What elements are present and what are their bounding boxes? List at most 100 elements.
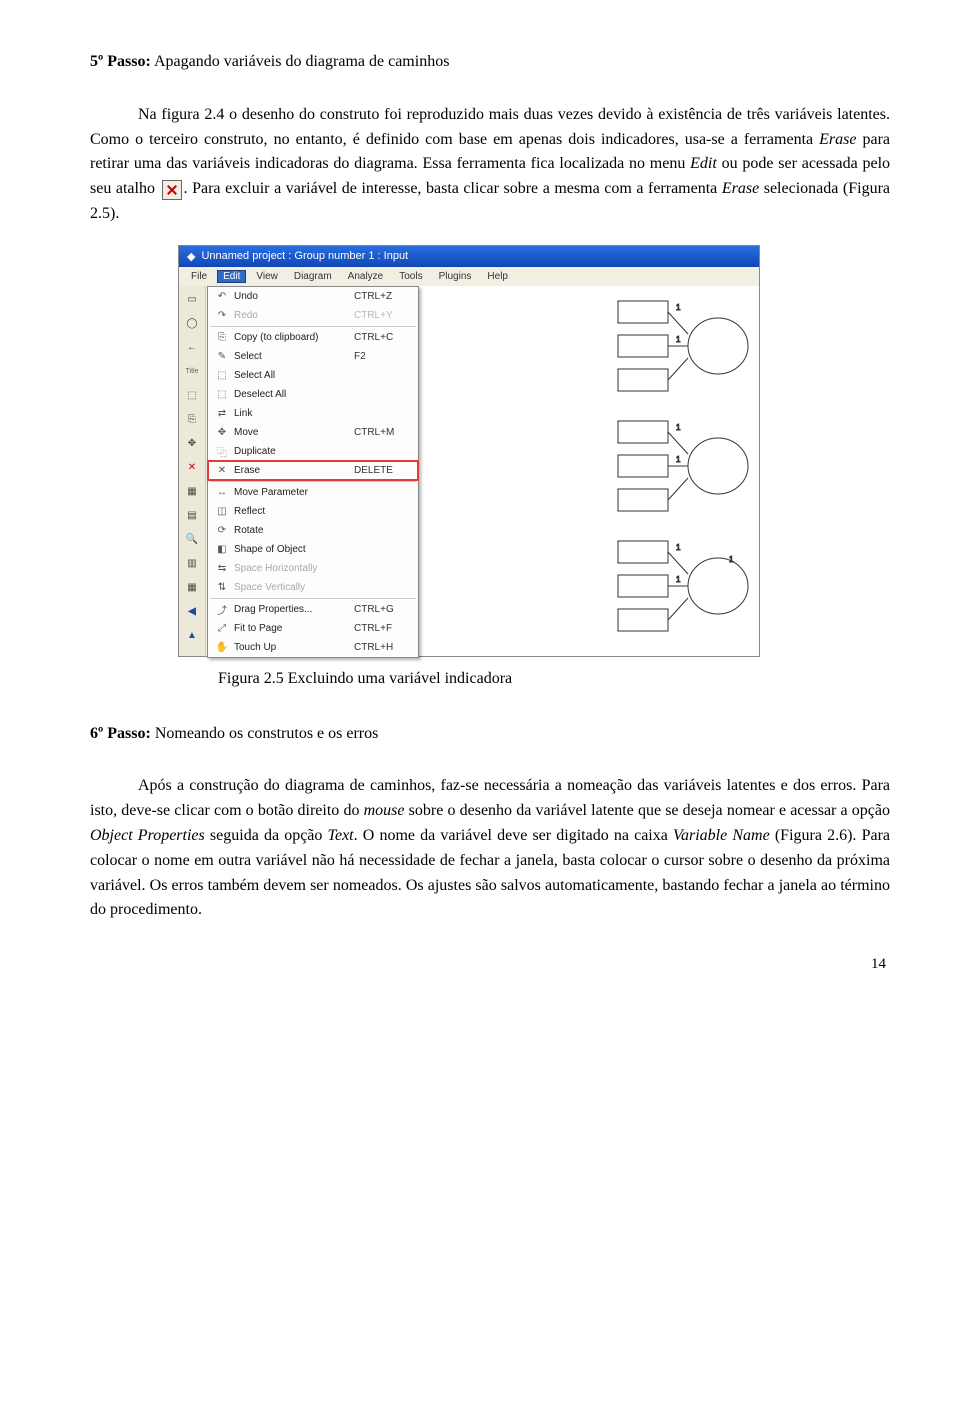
menu-item-label: Redo (232, 310, 354, 321)
menu-item-label: Select All (232, 370, 354, 381)
tool-ellipse[interactable]: ◯ (180, 313, 204, 335)
svg-text:1: 1 (676, 543, 681, 552)
figure-screenshot: ◆ Unnamed project : Group number 1 : Inp… (178, 245, 760, 657)
menu-item-shortcut: DELETE (354, 465, 414, 476)
menu-item-icon: ⟳ (212, 522, 232, 538)
tool-text[interactable]: ▤ (180, 505, 204, 527)
tool-erase[interactable]: ✕ (180, 457, 204, 479)
menu-plugins[interactable]: Plugins (433, 270, 478, 283)
menu-separator (210, 326, 416, 327)
menu-item-drag-properties-[interactable]: ⤴Drag Properties...CTRL+G (208, 600, 418, 619)
menu-item-erase[interactable]: ✕EraseDELETE (208, 461, 418, 480)
menu-item-move[interactable]: ✥MoveCTRL+M (208, 423, 418, 442)
tool-fill[interactable]: ▦ (180, 481, 204, 503)
menu-item-shortcut: CTRL+G (354, 604, 414, 615)
figure-caption: Figura 2.5 Excluindo uma variável indica… (218, 667, 890, 692)
step6-label: 6º Passo: (90, 725, 151, 742)
menu-item-rotate[interactable]: ⟳Rotate (208, 521, 418, 540)
tool-palette: ▭ ◯ ← Title ⬚ ⎘ ✥ ✕ ▦ ▤ 🔍 ▥ ▦ ◀ ▲ (179, 286, 206, 656)
menu-item-redo: ↷RedoCTRL+Y (208, 306, 418, 325)
menu-item-shortcut: CTRL+C (354, 332, 414, 343)
step5-paragraph: Na figura 2.4 o desenho do construto foi… (90, 103, 890, 227)
page-number: 14 (90, 953, 886, 976)
step6-heading: 6º Passo: Nomeando os construtos e os er… (90, 722, 890, 747)
step6-paragraph: Após a construção do diagrama de caminho… (90, 774, 890, 923)
menu-item-label: Deselect All (232, 389, 354, 400)
svg-text:1: 1 (676, 575, 681, 584)
erase-icon (162, 180, 182, 200)
menu-item-icon: ⬚ (212, 367, 232, 383)
menu-item-icon: ⎘ (212, 329, 232, 345)
menu-item-label: Fit to Page (232, 623, 354, 634)
menu-item-label: Duplicate (232, 446, 354, 457)
menu-item-select-all[interactable]: ⬚Select All (208, 366, 418, 385)
menu-item-label: Touch Up (232, 642, 354, 653)
menu-item-shortcut: CTRL+Y (354, 310, 414, 321)
menu-separator (210, 598, 416, 599)
tool-title[interactable]: Title (180, 361, 204, 383)
menu-item-icon: ⇆ (212, 560, 232, 576)
tool-rect[interactable]: ▭ (180, 289, 204, 311)
window-title: Unnamed project : Group number 1 : Input (201, 250, 408, 262)
menu-item-copy-to-clipboard-[interactable]: ⎘Copy (to clipboard)CTRL+C (208, 328, 418, 347)
menu-item-icon: ↷ (212, 307, 232, 323)
menu-item-deselect-all[interactable]: ⬚Deselect All (208, 385, 418, 404)
menu-item-icon: ✥ (212, 424, 232, 440)
menu-item-label: Rotate (232, 525, 354, 536)
menu-diagram[interactable]: Diagram (288, 270, 338, 283)
menu-item-move-parameter[interactable]: ↔Move Parameter (208, 483, 418, 502)
menubar: File Edit View Diagram Analyze Tools Plu… (179, 267, 759, 286)
menu-item-icon: ⬚ (212, 386, 232, 402)
menu-item-fit-to-page[interactable]: ⤢Fit to PageCTRL+F (208, 619, 418, 638)
tool-copy[interactable]: ⎘ (180, 409, 204, 431)
tool-arrow[interactable]: ← (180, 337, 204, 359)
menu-item-label: Move Parameter (232, 487, 354, 498)
menu-separator (210, 481, 416, 482)
svg-text:1: 1 (729, 555, 734, 564)
menu-item-icon: ◧ (212, 541, 232, 557)
menu-item-space-vertically: ⇅Space Vertically (208, 578, 418, 597)
tool-up[interactable]: ▲ (180, 625, 204, 647)
tool-move[interactable]: ✥ (180, 433, 204, 455)
menu-item-icon: ⤴ (212, 601, 232, 617)
menu-item-label: Shape of Object (232, 544, 354, 555)
menu-item-icon: ⤢ (212, 620, 232, 636)
menu-tools[interactable]: Tools (393, 270, 428, 283)
tool-zoom[interactable]: 🔍 (180, 529, 204, 551)
menu-item-duplicate[interactable]: ⿻Duplicate (208, 442, 418, 461)
step5-label: 5º Passo: (90, 53, 151, 70)
menu-item-undo[interactable]: ↶UndoCTRL+Z (208, 287, 418, 306)
menu-item-icon: ✋ (212, 639, 232, 655)
step5-heading: 5º Passo: Apagando variáveis do diagrama… (90, 50, 890, 75)
tool-back[interactable]: ◀ (180, 601, 204, 623)
menu-item-icon: ⇄ (212, 405, 232, 421)
menu-item-select[interactable]: ✎SelectF2 (208, 347, 418, 366)
menu-view[interactable]: View (250, 270, 284, 283)
tool-select[interactable]: ⬚ (180, 385, 204, 407)
menu-item-label: Drag Properties... (232, 604, 354, 615)
menu-item-label: Space Vertically (232, 582, 354, 593)
menu-item-label: Undo (232, 291, 354, 302)
menu-edit[interactable]: Edit (217, 270, 246, 283)
menu-item-icon: ↔ (212, 484, 232, 500)
menu-item-shortcut: CTRL+M (354, 427, 414, 438)
menu-item-shortcut: F2 (354, 351, 414, 362)
menu-item-reflect[interactable]: ◫Reflect (208, 502, 418, 521)
menu-help[interactable]: Help (481, 270, 514, 283)
svg-text:1: 1 (676, 423, 681, 432)
menu-item-label: Link (232, 408, 354, 419)
menu-item-shortcut: CTRL+F (354, 623, 414, 634)
menu-item-icon: ↶ (212, 288, 232, 304)
menu-item-link[interactable]: ⇄Link (208, 404, 418, 423)
tool-run[interactable]: ▦ (180, 577, 204, 599)
menu-item-label: Reflect (232, 506, 354, 517)
menu-file[interactable]: File (185, 270, 213, 283)
svg-text:1: 1 (676, 455, 681, 464)
menu-item-touch-up[interactable]: ✋Touch UpCTRL+H (208, 638, 418, 657)
tool-spreadsheet[interactable]: ▥ (180, 553, 204, 575)
menu-item-icon: ◫ (212, 503, 232, 519)
menu-analyze[interactable]: Analyze (342, 270, 390, 283)
app-icon: ◆ (187, 250, 195, 263)
window-titlebar: ◆ Unnamed project : Group number 1 : Inp… (179, 246, 759, 267)
menu-item-shape-of-object[interactable]: ◧Shape of Object (208, 540, 418, 559)
